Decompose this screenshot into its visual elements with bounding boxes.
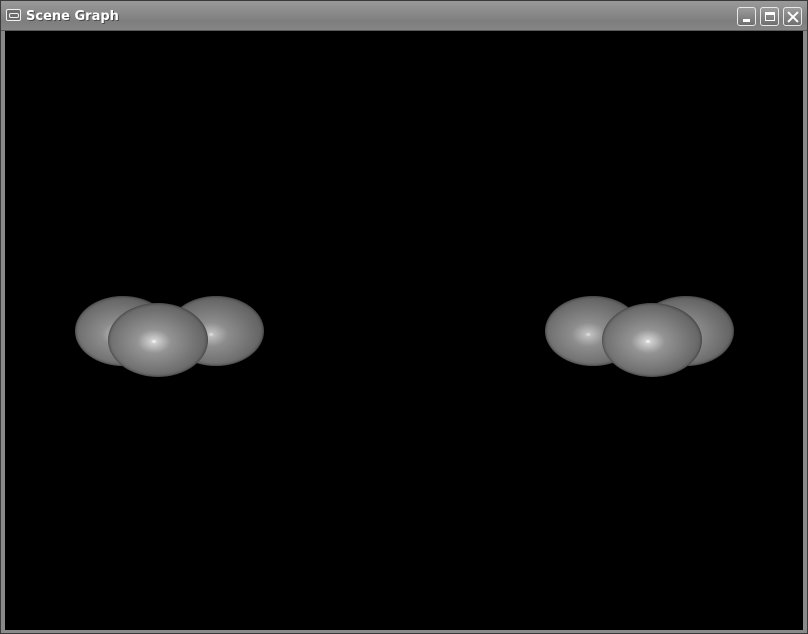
maximize-button[interactable] — [760, 7, 779, 26]
minimize-icon — [743, 19, 750, 22]
maximize-icon — [764, 12, 775, 21]
app-icon[interactable] — [6, 9, 21, 21]
minimize-button[interactable] — [737, 7, 756, 26]
window-title: Scene Graph — [26, 9, 119, 24]
render-viewport[interactable] — [5, 31, 803, 630]
sphere-right-front — [602, 303, 702, 377]
close-button[interactable] — [783, 7, 802, 26]
title-bar[interactable]: Scene Graph — [1, 1, 807, 31]
sphere-left-front — [108, 303, 208, 377]
app-window: Scene Graph — [0, 0, 808, 634]
close-icon — [787, 11, 799, 23]
